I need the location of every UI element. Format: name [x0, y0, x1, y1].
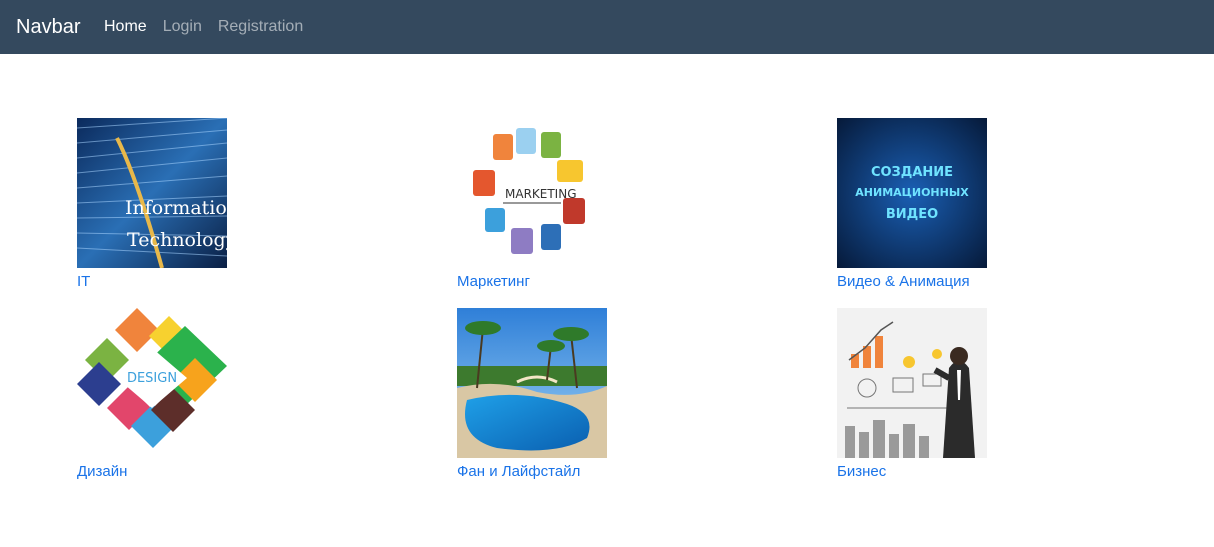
design-image[interactable]: DESIGN [77, 308, 227, 458]
category-card-business: Бизнес [837, 308, 1067, 482]
video-image-text-2: АНИМАЦИОННЫХ [855, 186, 969, 199]
video-animation-image[interactable]: СОЗДАНИЕ АНИМАЦИОННЫХ ВИДЕО [837, 118, 987, 268]
video-image-text-3: ВИДЕО [886, 207, 938, 222]
nav-link-login[interactable]: Login [163, 17, 202, 37]
category-card-it: Information Technology IT [77, 118, 307, 292]
category-card-marketing: MARKETING Маркетинг [457, 118, 687, 292]
category-link-fun-lifestyle[interactable]: Фан и Лайфстайл [457, 462, 687, 482]
fun-lifestyle-image[interactable] [457, 308, 607, 458]
marketing-image-text: MARKETING [505, 187, 577, 201]
category-link-video-animation[interactable]: Видео & Анимация [837, 272, 1067, 292]
business-image[interactable] [837, 308, 987, 458]
category-card-design: DESIGN Дизайн [77, 308, 307, 482]
nav-link-registration[interactable]: Registration [218, 17, 303, 37]
category-card-fun-lifestyle: Фан и Лайфстайл [457, 308, 687, 482]
navbar: Navbar Home Login Registration [0, 0, 1214, 54]
marketing-image[interactable]: MARKETING [457, 118, 607, 268]
navbar-brand[interactable]: Navbar [16, 14, 80, 40]
it-image-text-1: Information [125, 197, 227, 219]
nav-link-home[interactable]: Home [104, 17, 147, 37]
category-link-design[interactable]: Дизайн [77, 462, 307, 482]
design-image-text: DESIGN [127, 371, 177, 386]
category-card-video-animation: СОЗДАНИЕ АНИМАЦИОННЫХ ВИДЕО Видео & Аним… [837, 118, 1067, 292]
category-link-marketing[interactable]: Маркетинг [457, 272, 687, 292]
nav-links: Home Login Registration [104, 17, 303, 37]
video-image-text-1: СОЗДАНИЕ [871, 165, 953, 180]
it-image[interactable]: Information Technology [77, 118, 227, 268]
category-link-business[interactable]: Бизнес [837, 462, 1067, 482]
category-link-it[interactable]: IT [77, 272, 307, 292]
it-image-text-2: Technology [127, 229, 227, 251]
